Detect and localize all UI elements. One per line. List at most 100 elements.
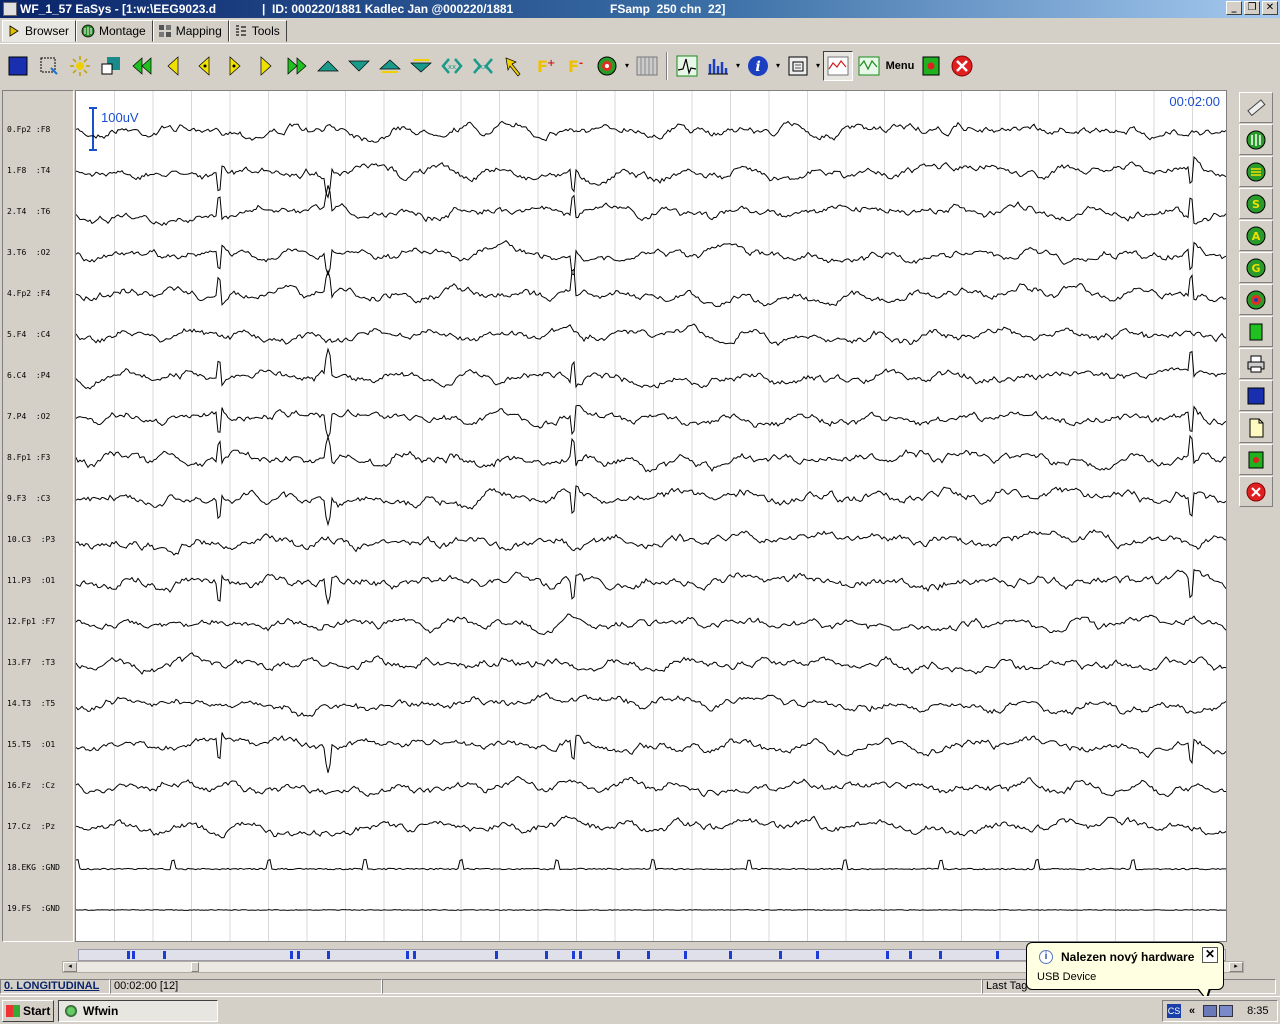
event-marker[interactable]: [909, 951, 912, 959]
event-marker[interactable]: [729, 951, 732, 959]
blue-page-button[interactable]: [1238, 380, 1273, 411]
event-marker[interactable]: [413, 951, 416, 959]
channel-label[interactable]: 5.F4 :C4: [7, 330, 50, 339]
tray-expand-button[interactable]: «: [1189, 1005, 1195, 1017]
event-marker[interactable]: [327, 951, 330, 959]
event-marker[interactable]: [617, 951, 620, 959]
channel-label[interactable]: 13.F7 :T3: [7, 658, 55, 667]
fast-forward-button[interactable]: [282, 51, 312, 81]
info-button[interactable]: i: [743, 51, 773, 81]
amplitude-down-button[interactable]: [406, 51, 436, 81]
eeg-trace-area[interactable]: 100uV 00:02:00: [75, 90, 1227, 942]
new-hardware-balloon[interactable]: i Nalezen nový hardware USB Device ✕: [1026, 942, 1224, 1001]
histogram-dropdown[interactable]: ▾: [734, 51, 742, 81]
channel-label[interactable]: 4.Fp2 :F4: [7, 289, 50, 298]
fast-rewind-button[interactable]: [127, 51, 157, 81]
scroll-right-button[interactable]: ▸: [1229, 962, 1243, 972]
channel-label[interactable]: 16.Fz :Cz: [7, 781, 55, 790]
expand-time-button[interactable]: xx: [468, 51, 498, 81]
new-document-button[interactable]: [1238, 412, 1273, 443]
status-montage[interactable]: 0. LONGITUDINAL: [0, 978, 110, 994]
exit-tool-button[interactable]: [1238, 476, 1273, 507]
event-marker[interactable]: [127, 951, 130, 959]
channel-label[interactable]: 10.C3 :P3: [7, 535, 55, 544]
scroll-left-button[interactable]: ◂: [63, 962, 77, 972]
taskbar-item-wfwin[interactable]: Wfwin: [58, 1000, 218, 1022]
event-marker[interactable]: [290, 951, 293, 959]
color-button[interactable]: [96, 51, 126, 81]
step-forward-button[interactable]: [251, 51, 281, 81]
usb-hardware-icon[interactable]: [1203, 1005, 1218, 1017]
channel-label[interactable]: 18.EKG :GND: [7, 863, 60, 872]
event-marker[interactable]: [406, 951, 409, 959]
channel-label[interactable]: 6.C4 :P4: [7, 371, 50, 380]
montage-tool-button[interactable]: [1238, 124, 1273, 155]
start-button[interactable]: Start: [2, 1000, 54, 1022]
page-forward-button[interactable]: [220, 51, 250, 81]
scale-down-button[interactable]: [344, 51, 374, 81]
ruler-button[interactable]: [1238, 92, 1273, 123]
channel-label[interactable]: 12.Fp1 :F7: [7, 617, 55, 626]
waveform-view-button[interactable]: [823, 50, 853, 81]
print-button[interactable]: [1238, 348, 1273, 379]
a-tool-button[interactable]: A: [1238, 220, 1273, 251]
tab-montage[interactable]: Montage: [76, 20, 153, 42]
event-marker[interactable]: [545, 951, 548, 959]
histogram-button[interactable]: [703, 51, 733, 81]
event-marker[interactable]: [939, 951, 942, 959]
record-tool-button[interactable]: [1238, 444, 1273, 475]
event-marker[interactable]: [297, 951, 300, 959]
filter-plus-button[interactable]: F +: [530, 51, 560, 81]
channel-label[interactable]: 15.T5 :O1: [7, 740, 55, 749]
menu-button[interactable]: Menu: [885, 51, 915, 81]
record-button[interactable]: [916, 51, 946, 81]
channel-label[interactable]: 9.F3 :C3: [7, 494, 50, 503]
event-marker[interactable]: [779, 951, 782, 959]
event-marker[interactable]: [647, 951, 650, 959]
restore-button[interactable]: ❐: [1244, 1, 1260, 15]
g-tool-button[interactable]: G: [1238, 252, 1273, 283]
title-bar[interactable]: WF_1_57 EaSys - [1:w:\EEG9023.d | ID: 00…: [0, 0, 1280, 18]
tab-mapping[interactable]: Mapping: [152, 20, 229, 42]
info-dropdown[interactable]: ▾: [774, 51, 782, 81]
event-marker[interactable]: [886, 951, 889, 959]
tab-browser[interactable]: Browser: [2, 20, 77, 42]
amplitude-up-button[interactable]: [375, 51, 405, 81]
channels-button[interactable]: [3, 51, 33, 81]
green-page-button[interactable]: [1238, 316, 1273, 347]
event-marker[interactable]: [132, 951, 135, 959]
tab-tools[interactable]: Tools: [228, 20, 287, 42]
grid-button[interactable]: [632, 51, 662, 81]
channel-label[interactable]: 0.Fp2 :F8: [7, 125, 50, 134]
overlay-view-button[interactable]: [854, 51, 884, 81]
video-button[interactable]: [592, 51, 622, 81]
minimize-button[interactable]: _: [1226, 1, 1242, 15]
s-tool-button[interactable]: S: [1238, 188, 1273, 219]
event-marker[interactable]: [684, 951, 687, 959]
channel-label[interactable]: 17.Cz :Pz: [7, 822, 55, 831]
channel-label[interactable]: 3.T6 :O2: [7, 248, 50, 257]
event-marker[interactable]: [816, 951, 819, 959]
print-dropdown[interactable]: ▾: [814, 51, 822, 81]
network-icon[interactable]: [1219, 1005, 1234, 1017]
list-tool-button[interactable]: [1238, 156, 1273, 187]
event-marker[interactable]: [495, 951, 498, 959]
exit-button[interactable]: [947, 51, 977, 81]
close-button[interactable]: ✕: [1262, 1, 1278, 15]
channel-label[interactable]: 19.FS :GND: [7, 904, 60, 913]
event-marker[interactable]: [572, 951, 575, 959]
color-tool-button[interactable]: [1238, 284, 1273, 315]
event-marker[interactable]: [579, 951, 582, 959]
page-back-button[interactable]: [189, 51, 219, 81]
event-marker[interactable]: [996, 951, 999, 959]
channel-label[interactable]: 7.P4 :O2: [7, 412, 50, 421]
scroll-thumb[interactable]: [191, 962, 199, 972]
pointer-button[interactable]: [499, 51, 529, 81]
video-dropdown[interactable]: ▾: [623, 51, 631, 81]
step-back-button[interactable]: [158, 51, 188, 81]
scale-up-button[interactable]: [313, 51, 343, 81]
compress-time-button[interactable]: xx: [437, 51, 467, 81]
event-marker[interactable]: [163, 951, 166, 959]
channel-label[interactable]: 1.F8 :T4: [7, 166, 50, 175]
channel-label[interactable]: 2.T4 :T6: [7, 207, 50, 216]
